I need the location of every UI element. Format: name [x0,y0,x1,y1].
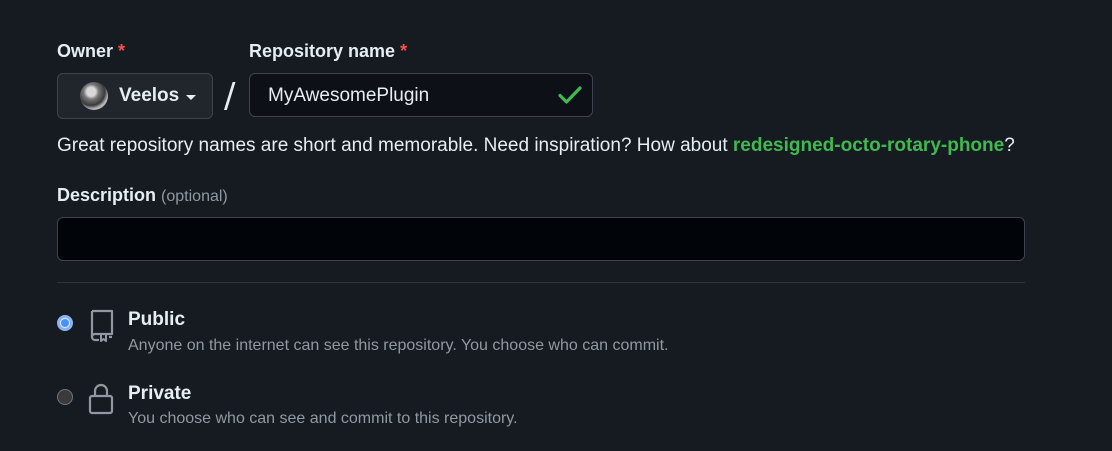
repo-icon [90,309,114,342]
repository-name-hint: Great repository names are short and mem… [57,135,1015,157]
owner-avatar [80,82,108,110]
owner-dropdown-button[interactable]: Veelos [57,73,213,119]
owner-label: Owner * [57,41,125,62]
check-icon [558,86,582,104]
hint-text: Great repository names are short and mem… [57,135,733,156]
caret-down-icon [186,94,197,100]
public-radio[interactable] [57,315,73,331]
private-option-title[interactable]: Private [128,383,191,405]
suggested-name-link[interactable]: redesigned-octo-rotary-phone [733,135,1004,156]
description-label: Description (optional) [57,185,228,206]
description-input[interactable] [57,217,1025,261]
repository-name-input[interactable] [250,74,570,118]
owner-name: Veelos [119,85,180,106]
section-divider [57,282,1025,283]
repository-name-label-text: Repository name [249,41,396,61]
private-radio[interactable] [57,389,73,405]
repository-name-field [249,73,593,118]
owner-label-text: Owner [57,41,114,61]
description-label-text: Description [57,185,157,205]
description-optional-text: (optional) [161,188,228,205]
owner-required-mark: * [118,41,126,61]
private-option-description: You choose who can see and commit to thi… [128,410,518,427]
create-repository-form: Owner * Repository name * Veelos / Great… [0,0,1112,451]
hint-suffix: ? [1004,135,1015,156]
public-option-description: Anyone on the internet can see this repo… [128,337,669,354]
lock-icon [88,383,114,415]
repository-required-mark: * [400,41,408,61]
repository-name-label: Repository name * [249,41,407,62]
owner-repo-separator: / [224,76,236,116]
public-option-title[interactable]: Public [128,309,185,331]
